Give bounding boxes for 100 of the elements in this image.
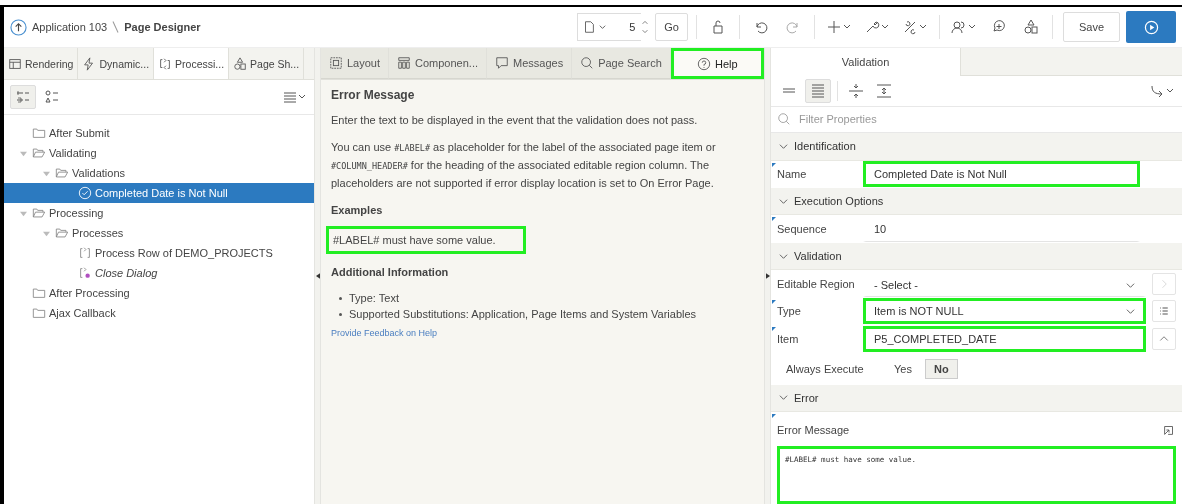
tree-item[interactable]: After Submit [4, 123, 314, 143]
layout-icon [329, 56, 343, 70]
group-header[interactable]: Identification [771, 133, 1182, 161]
tree-item[interactable]: Processing [4, 203, 314, 223]
panel-tab[interactable]: Page Search [572, 48, 671, 79]
tree-item[interactable]: Processes [4, 223, 314, 243]
expand-triangle-icon[interactable] [20, 209, 27, 217]
page-title: Page Designer [124, 21, 201, 33]
table-icon [8, 56, 22, 71]
property-label: Sequence [777, 223, 828, 236]
tree-item[interactable]: Validating [4, 143, 314, 163]
expand-triangle-icon[interactable] [20, 149, 27, 157]
toggle-option[interactable]: No [924, 358, 958, 379]
folder-icon [32, 146, 46, 160]
text-field[interactable]: 10 [863, 216, 1140, 243]
expand-triangle-icon[interactable] [43, 229, 50, 237]
check-circle-icon [78, 186, 92, 200]
property-label: Error Message [777, 424, 851, 436]
show-all-icon[interactable] [805, 78, 831, 103]
save-button[interactable]: Save [1063, 12, 1120, 42]
help-title: Error Message [331, 88, 416, 102]
list-icon [1158, 305, 1170, 318]
help-icon [697, 56, 712, 71]
chevron-down-icon [779, 393, 788, 403]
chevron-down-icon [1126, 306, 1135, 316]
order-view-icon[interactable] [10, 85, 36, 109]
property-label: Editable Region [777, 278, 856, 290]
expand-icon[interactable] [1162, 423, 1176, 437]
bullet-text: Type: Text [349, 292, 399, 304]
panel-tab[interactable]: Layout [321, 48, 390, 79]
folder-icon [55, 166, 69, 180]
process-icon [78, 246, 92, 260]
play-icon [1143, 19, 1159, 35]
group-header[interactable]: Validation [771, 242, 1182, 271]
folder-icon [32, 286, 46, 300]
application-link[interactable]: Application 103 [32, 21, 108, 33]
panel-tab[interactable]: Page Sh... [229, 48, 305, 79]
select-field[interactable]: Item is NOT NULL [863, 298, 1146, 325]
search-icon [777, 112, 791, 127]
help-text: Enter the text to be displayed in the event that the validation does not pass. [331, 113, 699, 128]
redo-icon[interactable] [785, 19, 801, 35]
property-label: Name [777, 168, 808, 181]
chevron-down-icon [779, 141, 788, 151]
utilities-icon[interactable] [902, 19, 928, 35]
feedback-link[interactable]: Provide Feedback on Help [331, 328, 438, 338]
folder-icon [32, 306, 46, 320]
tree-item[interactable]: Close Dialog [4, 263, 314, 283]
text-field[interactable]: Completed Date is Not Null [863, 161, 1140, 188]
caret-icon [598, 22, 608, 32]
group-header[interactable]: Execution Options [771, 187, 1182, 216]
help-text: You can use #LABEL# as placeholder for the label of the associated page item or #COLUMN_HEADER# for the heading of the associated editable region column. The placeholders are not supported if error display location is set to On Error Page. [331, 140, 717, 191]
comment-icon[interactable] [991, 19, 1007, 35]
run-button[interactable] [1126, 11, 1176, 43]
wrench-icon[interactable] [864, 19, 890, 35]
lock-icon[interactable] [710, 19, 726, 35]
folder-icon [32, 206, 46, 220]
search-icon [580, 56, 595, 70]
property-label: Always Execute [786, 362, 865, 375]
shapes-icon[interactable] [1023, 19, 1039, 35]
menu-icon[interactable] [282, 89, 308, 105]
panel-tab[interactable]: Rendering [4, 48, 79, 79]
team-icon[interactable] [951, 19, 977, 35]
expand-triangle-icon[interactable] [43, 169, 50, 177]
panel-tab[interactable]: Processi... [154, 48, 230, 79]
undo-icon[interactable] [753, 19, 769, 35]
tree-item[interactable]: Validations [4, 163, 314, 183]
go-button[interactable]: Go [655, 13, 688, 41]
gallery-icon [397, 56, 412, 70]
shapes-icon [233, 56, 248, 71]
chevron-down-icon [1126, 280, 1135, 290]
filter-field[interactable]: Filter Properties [797, 112, 1176, 127]
folder-icon [55, 226, 69, 240]
process-icon [158, 56, 173, 71]
panel-tab[interactable]: Help [670, 48, 764, 79]
bullet-text: Supported Substitutions: Application, Page Items and System Variables [349, 308, 697, 320]
page-icon [582, 20, 597, 34]
property-label: Item [777, 332, 800, 345]
process-icon [78, 266, 92, 280]
add-icon[interactable] [826, 19, 852, 35]
tree-item[interactable]: Completed Date is Not Null [4, 183, 314, 203]
select-field[interactable]: - Select - [863, 271, 1146, 297]
group-header[interactable]: Error [771, 384, 1182, 412]
section-heading: Examples [331, 204, 384, 216]
tree-item[interactable]: After Processing [4, 283, 314, 303]
tree-item[interactable]: Process Row of DEMO_PROJECTS [4, 243, 314, 263]
example-text: #LABEL# must have some value. [326, 226, 526, 254]
chevron-down-icon [779, 196, 788, 206]
page-number-field[interactable]: 5 [611, 13, 642, 41]
text-field[interactable]: P5_COMPLETED_DATE [863, 325, 1146, 352]
folder-icon [32, 126, 46, 140]
side-button[interactable] [1152, 300, 1176, 323]
toggle-option[interactable]: Yes [885, 358, 921, 379]
section-heading: Additional Information [331, 266, 450, 278]
panel-tab[interactable]: Componen... [389, 48, 487, 79]
property-label: Type [777, 305, 802, 318]
panel-tab[interactable]: Messages [487, 48, 573, 79]
tree-item[interactable]: Ajax Callback [4, 303, 314, 323]
chevron-down-icon [779, 251, 788, 261]
toggle-switch[interactable]: Yes No [882, 355, 961, 382]
page-selector[interactable] [577, 13, 612, 41]
